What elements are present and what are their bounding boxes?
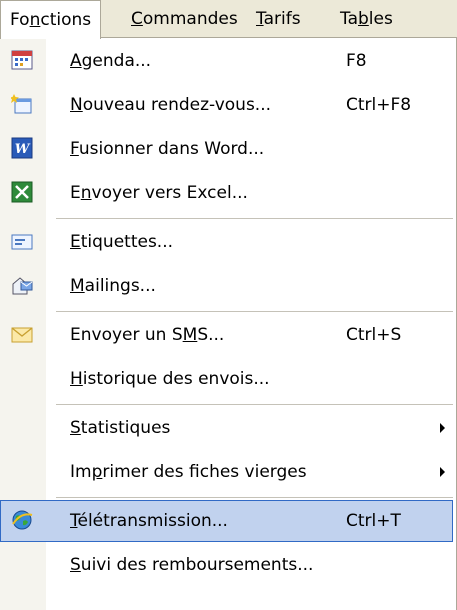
menu-item-label: Télétransmission... <box>70 511 228 531</box>
shortcut-text: Ctrl+F8 <box>346 95 412 115</box>
menubar-accelerator: C <box>131 9 143 29</box>
menubar-accelerator: n <box>29 10 41 30</box>
excel-icon <box>11 181 33 203</box>
menu-item-statistiques[interactable]: Statistiques <box>0 407 453 449</box>
menu-item-label: Mailings... <box>70 276 156 296</box>
menubar-label: ctions <box>40 10 92 30</box>
shortcut-text: F8 <box>346 51 367 71</box>
menu-item-suivi-remboursements[interactable]: Suivi des remboursements... <box>0 544 453 586</box>
menu-item-label: Statistiques <box>70 418 171 438</box>
menubar-label: Ta <box>340 9 358 29</box>
menu-item-agenda[interactable]: Agenda... F8 <box>0 40 453 82</box>
menu-separator <box>56 218 453 219</box>
menu-item-label: Imprimer des fiches vierges <box>70 462 307 482</box>
label-icon <box>11 231 33 253</box>
menubar-label: Fo <box>10 10 30 30</box>
menu-item-label: Fusionner dans Word... <box>70 139 265 159</box>
menu-separator <box>56 497 453 498</box>
menu-item-fusionner-word[interactable]: W Fusionner dans Word... <box>0 128 453 170</box>
menubar-label: ommandes <box>142 9 238 29</box>
submenu-arrow-icon <box>440 467 445 477</box>
mailing-icon <box>11 274 33 296</box>
envelope-icon <box>11 324 33 346</box>
menu-item-label: Envoyer un SMS... <box>70 325 225 345</box>
menu-separator <box>56 404 453 405</box>
menu-item-label: Envoyer vers Excel... <box>70 183 248 203</box>
menubar-item-tarifs[interactable]: Tarifs <box>247 0 310 38</box>
svg-text:W: W <box>15 142 31 157</box>
menu-item-envoyer-sms[interactable]: Envoyer un SMS... Ctrl+S <box>0 314 453 356</box>
menu-bar: Fonctions Commandes Tarifs Tables <box>0 0 457 39</box>
menubar-accelerator: b <box>358 9 369 29</box>
shortcut-text: Ctrl+S <box>346 325 402 345</box>
menubar-accelerator: T <box>256 9 264 29</box>
calendar-icon <box>11 49 33 71</box>
menubar-item-fonctions[interactable]: Fonctions <box>0 0 102 39</box>
submenu-arrow-icon <box>440 423 445 433</box>
menu-item-label: Agenda... <box>70 51 152 71</box>
menubar-label: arifs <box>263 9 301 29</box>
menu-item-historique-envois[interactable]: Historique des envois... <box>0 358 453 400</box>
menu-item-etiquettes[interactable]: Etiquettes... <box>0 221 453 263</box>
menubar-label: les <box>368 9 393 29</box>
menu-item-nouveau-rendez-vous[interactable]: Nouveau rendez-vous... Ctrl+F8 <box>0 84 453 126</box>
menubar-item-tables[interactable]: Tables <box>331 0 402 38</box>
new-appointment-icon <box>10 93 33 115</box>
menu-item-label: Historique des envois... <box>70 369 270 389</box>
menu-item-mailings[interactable]: Mailings... <box>0 265 453 307</box>
shortcut-text: Ctrl+T <box>346 511 401 531</box>
menubar-item-commandes[interactable]: Commandes <box>122 0 247 38</box>
menu-item-envoyer-excel[interactable]: Envoyer vers Excel... <box>0 172 453 214</box>
menu-item-label: Suivi des remboursements... <box>70 555 314 575</box>
menu-item-label: Nouveau rendez-vous... <box>70 95 272 115</box>
menu-item-teletransmission[interactable]: Télétransmission... Ctrl+T <box>0 500 453 542</box>
word-icon: W <box>11 137 33 159</box>
fonctions-dropdown-menu: Agenda... F8 Nouveau rendez-vous... Ctrl… <box>0 38 457 610</box>
globe-transmission-icon <box>11 509 33 531</box>
menu-item-label: Etiquettes... <box>70 232 174 252</box>
menu-separator <box>56 311 453 312</box>
menu-item-imprimer-fiches-vierges[interactable]: Imprimer des fiches vierges <box>0 451 453 493</box>
